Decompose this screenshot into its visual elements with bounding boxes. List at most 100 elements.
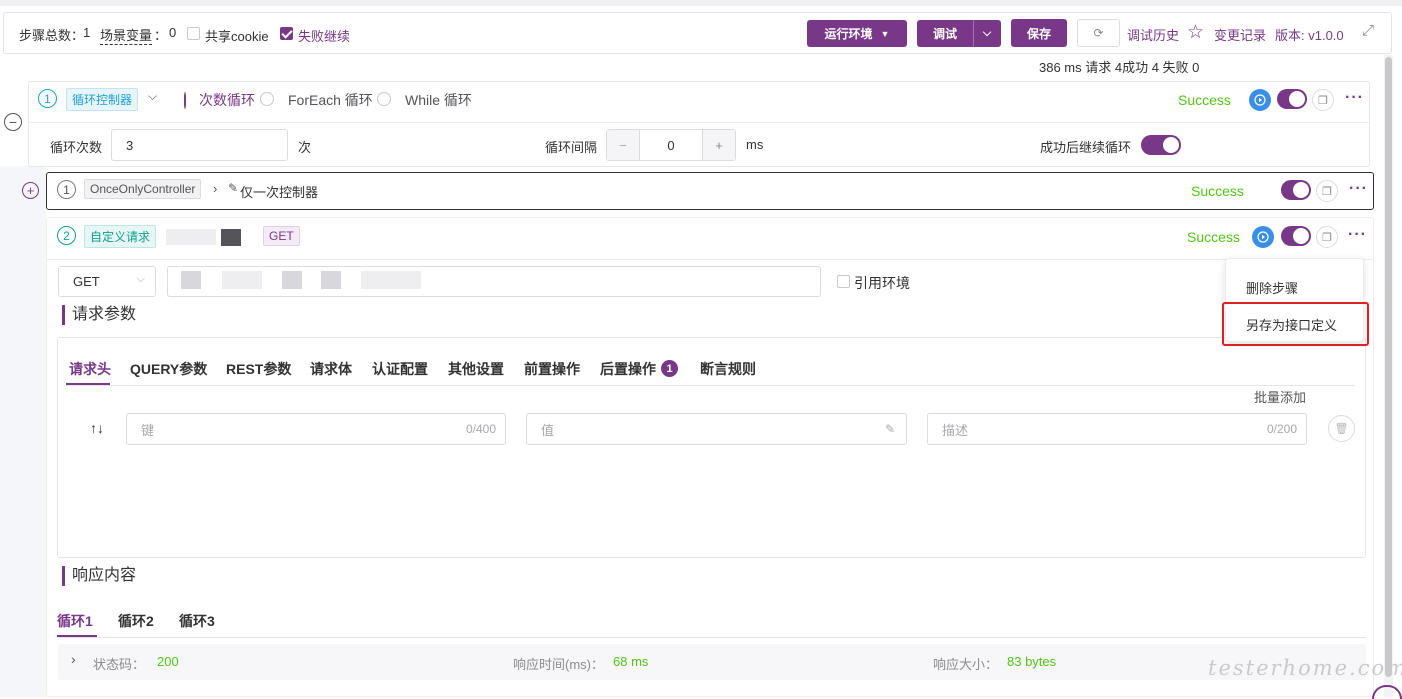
radio-foreach-loop-label: ForEach 循环	[288, 92, 373, 108]
plus-icon[interactable]: +	[702, 130, 735, 160]
radio-while-loop[interactable]	[377, 92, 391, 106]
card-divider	[47, 259, 1373, 260]
continue-loop-label: 成功后继续循环	[1040, 140, 1132, 155]
header-key-input[interactable]: 键 0/400	[126, 413, 506, 445]
tab-pre-operations[interactable]: 前置操作	[524, 359, 580, 379]
edit-icon[interactable]: ✎	[228, 181, 238, 195]
radio-foreach-loop[interactable]	[260, 92, 274, 106]
collapse-icon[interactable]: −	[4, 113, 22, 131]
redacted-url	[222, 271, 262, 289]
expand-icon[interactable]: ⤢	[1362, 22, 1374, 39]
fail-continue-label: 失败继续	[298, 29, 351, 44]
star-icon[interactable]: ☆	[1187, 21, 1204, 44]
copy-icon[interactable]: ❐	[1316, 226, 1338, 248]
url-input[interactable]	[167, 266, 821, 297]
run-summary: 386 ms 请求 4成功 4 失败 0	[1039, 60, 1200, 75]
tab-post-operations[interactable]: 后置操作	[600, 359, 656, 379]
sort-icon[interactable]: ↑↓	[90, 420, 104, 436]
more-icon[interactable]: ···	[1345, 89, 1364, 107]
tab-loop-2[interactable]: 循环2	[118, 611, 154, 631]
share-cookie-label: 共享cookie	[205, 29, 269, 44]
method-tag: GET	[263, 226, 300, 246]
continue-loop-toggle[interactable]	[1141, 135, 1181, 155]
change-log-link[interactable]: 变更记录	[1214, 25, 1266, 44]
step-type-tag: 循环控制器	[66, 88, 139, 111]
step-enable-toggle[interactable]	[1277, 89, 1307, 109]
tab-loop-1[interactable]: 循环1	[57, 611, 93, 631]
menu-item-delete-step[interactable]: 删除步骤	[1246, 278, 1298, 297]
step-index: 2	[57, 226, 76, 245]
run-step-icon[interactable]	[1252, 226, 1274, 248]
radio-while-loop-label: While 循环	[405, 92, 472, 108]
debug-button[interactable]: 调试 ⌵	[917, 20, 1001, 47]
expand-plus-icon[interactable]: +	[22, 182, 39, 199]
loop-interval-stepper[interactable]: − 0 +	[606, 129, 736, 161]
tab-loop-3[interactable]: 循环3	[179, 611, 215, 631]
use-env-checkbox[interactable]	[837, 275, 850, 288]
response-summary-row[interactable]	[58, 644, 1366, 680]
save-label: 保存	[1026, 26, 1051, 41]
scene-variable-link[interactable]: 场景变量	[100, 25, 153, 45]
chevron-right-icon[interactable]: ›	[71, 651, 76, 667]
redacted-url	[361, 271, 421, 289]
run-env-label: 运行环境	[824, 27, 873, 41]
radio-count-loop-label: 次数循环	[199, 92, 255, 108]
loop-count-label: 循环次数	[50, 140, 103, 155]
edit-icon[interactable]: ✎	[885, 422, 895, 436]
scene-variable-value: 0	[169, 25, 177, 40]
tab-request-headers[interactable]: 请求头	[69, 359, 111, 379]
loop-interval-value[interactable]: 0	[640, 130, 702, 160]
status-success: Success	[1178, 92, 1231, 108]
response-size-value: 83 bytes	[1007, 654, 1057, 669]
batch-add-link[interactable]: 批量添加	[1254, 387, 1306, 406]
trash-icon[interactable]: 🗑	[1328, 415, 1355, 442]
post-op-count-badge: 1	[661, 360, 678, 377]
radio-count-loop[interactable]	[184, 92, 186, 109]
tab-other-settings[interactable]: 其他设置	[448, 359, 504, 379]
step-index: 1	[38, 89, 57, 108]
top-strip	[0, 0, 1402, 6]
scrollbar-thumb[interactable]	[1385, 57, 1392, 677]
step-gutter	[0, 166, 46, 697]
version-label[interactable]: 版本: v1.0.0	[1275, 25, 1344, 44]
step-enable-toggle[interactable]	[1281, 226, 1311, 246]
step-total-value: 1	[83, 25, 91, 40]
minus-icon[interactable]: −	[607, 130, 640, 160]
header-desc-input[interactable]: 描述 0/200	[927, 413, 1307, 445]
chevron-down-icon[interactable]: ⌵	[148, 89, 157, 104]
step-enable-toggle[interactable]	[1281, 180, 1311, 200]
more-icon[interactable]: ···	[1348, 226, 1367, 244]
tab-rest-params[interactable]: REST参数	[226, 359, 291, 379]
header-desc-counter: 0/200	[1266, 422, 1297, 436]
debug-history-link[interactable]: 调试历史	[1127, 25, 1179, 44]
chevron-down-icon[interactable]: ⌵	[974, 27, 1000, 40]
share-cookie-checkbox[interactable]	[187, 27, 200, 40]
more-icon[interactable]: ···	[1349, 180, 1368, 198]
use-env-label: 引用环境	[854, 275, 910, 291]
run-env-button[interactable]: 运行环境 ▼	[807, 20, 907, 47]
redacted-url	[321, 271, 341, 289]
method-select[interactable]: GET ⌵	[58, 266, 156, 297]
redacted-name	[166, 229, 216, 245]
status-code-value: 200	[157, 654, 179, 669]
status-success: Success	[1187, 229, 1240, 245]
menu-item-save-as-api[interactable]: 另存为接口定义	[1246, 315, 1337, 334]
loop-count-value: 3	[126, 137, 134, 153]
save-button[interactable]: 保存	[1011, 19, 1067, 47]
status-code-label: 状态码：	[93, 657, 146, 672]
tab-query-params[interactable]: QUERY参数	[130, 359, 207, 379]
fail-continue-checkbox[interactable]	[280, 27, 293, 40]
tab-assertions[interactable]: 断言规则	[700, 359, 756, 379]
copy-icon[interactable]: ❐	[1312, 89, 1334, 111]
tab-request-body[interactable]: 请求体	[310, 359, 352, 379]
tab-auth-config[interactable]: 认证配置	[372, 359, 428, 379]
header-value-input[interactable]: 值 ✎	[526, 413, 907, 445]
copy-icon[interactable]: ❐	[1316, 180, 1338, 202]
debug-label: 调试	[932, 27, 957, 41]
refresh-icon[interactable]: ⟳	[1077, 19, 1120, 47]
chevron-right-icon[interactable]: ›	[213, 181, 217, 196]
step-index: 1	[57, 180, 76, 199]
run-step-icon[interactable]	[1249, 89, 1271, 111]
response-size-label: 响应大小：	[933, 657, 999, 672]
loop-count-input[interactable]: 3	[111, 129, 288, 161]
